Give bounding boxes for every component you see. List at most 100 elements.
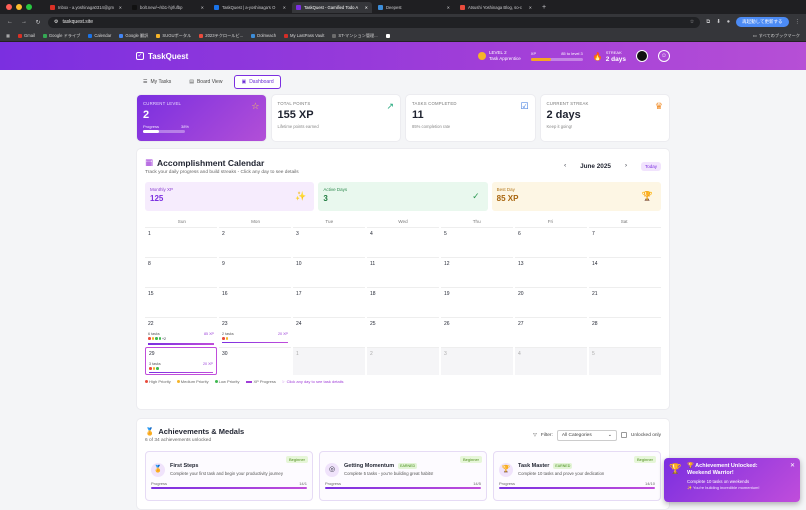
forward-icon[interactable]: → [20, 19, 28, 25]
bookmark-star-icon[interactable]: ☆ [690, 19, 694, 25]
calendar-day[interactable]: 1 [145, 227, 217, 255]
achievement-card[interactable]: Beginner ◎ Getting Momentum EARNED Complete … [319, 451, 487, 501]
tab-close-icon[interactable]: ✕ [447, 5, 450, 10]
user-menu-icon[interactable]: ☺ [658, 50, 670, 62]
browser-tab[interactable]: Inbox - a.yoshinaga0314@gm ✕ [46, 2, 126, 13]
achievement-card[interactable]: Beginner 🏆 Task Master EARNED Complete 10 ta… [493, 451, 661, 501]
calendar-day[interactable]: 9 [219, 257, 291, 285]
calendar-day[interactable]: 4 [367, 227, 439, 255]
calendar-day[interactable]: 3 [441, 347, 513, 375]
calendar-day[interactable]: 8 [145, 257, 217, 285]
calendar-day[interactable]: 1 [293, 347, 365, 375]
category-select[interactable]: All Categories ⌄ [556, 429, 617, 441]
tab-dashboard-label: Dashboard [249, 79, 274, 85]
zoom-window-button[interactable] [26, 4, 32, 10]
today-button[interactable]: Today [640, 161, 661, 171]
calendar-day[interactable]: 11 [367, 257, 439, 285]
achievement-toast[interactable]: 🏆 ✕ 🏆 Achievement Unlocked: Weekend Warr… [664, 458, 800, 502]
all-bookmarks-link[interactable]: ▭ すべてのブックマーク [753, 33, 800, 39]
calendar-day[interactable]: 18 [367, 287, 439, 315]
close-window-button[interactable] [6, 4, 12, 10]
avatar[interactable] [636, 50, 648, 62]
calendar-day[interactable]: 20 [515, 287, 587, 315]
calendar-day[interactable]: 28 [589, 317, 661, 345]
calendar-day[interactable]: 30 [219, 347, 291, 375]
calendar-day[interactable]: 19 [441, 287, 513, 315]
calendar-day[interactable]: 29 3 tasks 20 XP [145, 347, 217, 375]
profile-icon[interactable]: ● [727, 19, 730, 25]
calendar-day[interactable]: 15 [145, 287, 217, 315]
tab-close-icon[interactable]: ✕ [529, 5, 532, 10]
browser-tab[interactable]: Deepest ✕ [374, 2, 454, 13]
prev-month-icon[interactable]: ‹ [564, 163, 566, 169]
tab-my-tasks[interactable]: ☰ My Tasks [137, 76, 177, 88]
calendar-day[interactable]: 14 [589, 257, 661, 285]
update-button[interactable]: 再起動して更新する [736, 17, 789, 27]
apps-icon[interactable]: ▦ [6, 33, 10, 38]
calendar-day[interactable]: 22 6 tasks 85 XP +2 [145, 317, 217, 345]
calendar-day[interactable]: 17 [293, 287, 365, 315]
calendar-day[interactable]: 24 [293, 317, 365, 345]
bookmark-item[interactable]: Dolmeach [251, 33, 276, 39]
tab-close-icon[interactable]: ✕ [283, 5, 286, 10]
current-streak-label: CURRENT STREAK [546, 101, 589, 106]
browser-tab[interactable]: TaskQuest | a-yoshinaga's O ✕ [210, 2, 290, 13]
browser-tab[interactable]: Atsushi Yoshinaga Blog, so-c ✕ [456, 2, 536, 13]
calendar-day[interactable]: 10 [293, 257, 365, 285]
bookmark-item[interactable]: My LastPass Vault [284, 33, 324, 39]
address-bar[interactable]: ⚙ taskquest.site ☆ [48, 16, 701, 28]
bookmark-item[interactable]: Google 翻訳 [119, 33, 148, 39]
calendar-day[interactable]: 5 [589, 347, 661, 375]
calendar-day[interactable]: 16 [219, 287, 291, 315]
bookmark-item[interactable]: 2023テクロールビ... [199, 33, 243, 39]
achievement-card[interactable]: Beginner 🏅 First Steps Complete your first … [145, 451, 313, 501]
site-info-icon[interactable]: ⚙ [54, 19, 58, 25]
dashboard-icon: ▣ [241, 79, 247, 85]
back-icon[interactable]: ← [6, 19, 14, 25]
calendar-day[interactable]: 13 [515, 257, 587, 285]
calendar-day[interactable]: 26 [441, 317, 513, 345]
brand-logo[interactable]: ✓ TaskQuest [136, 52, 188, 61]
calendar-day[interactable]: 2 [367, 347, 439, 375]
new-tab-button[interactable]: + [542, 4, 546, 11]
close-icon[interactable]: ✕ [790, 462, 795, 469]
next-month-icon[interactable]: › [625, 163, 627, 169]
bookmark-item[interactable]: Gmail [17, 33, 35, 39]
bookmark-item[interactable]: Calendar [88, 33, 111, 39]
day-number: 13 [518, 261, 524, 267]
calendar-day[interactable]: 7 [589, 227, 661, 255]
browser-tab[interactable]: TaskQuest - Gamified Todo A ✕ [292, 1, 372, 13]
browser-tab[interactable]: bolt.new/~/sb1-hjrfufbp ✕ [128, 2, 208, 13]
bookmark-label: Google ドライブ [48, 32, 81, 38]
reload-icon[interactable]: ↻ [34, 19, 42, 26]
bookmark-item[interactable]: SUGUポータル [156, 33, 191, 39]
calendar-day[interactable]: 6 [515, 227, 587, 255]
tab-close-icon[interactable]: ✕ [119, 5, 122, 10]
calendar-day[interactable]: 12 [441, 257, 513, 285]
current-streak-card: CURRENT STREAK 2 days Keep it going! ♛ [540, 95, 669, 141]
calendar-day[interactable]: 27 [515, 317, 587, 345]
tab-close-icon[interactable]: ✕ [201, 5, 204, 10]
tab-board-view[interactable]: ▤ Board View [183, 76, 228, 88]
legend-medium-label: Medium Priority [180, 379, 209, 384]
calendar-day[interactable]: 23 2 tasks 20 XP [219, 317, 291, 345]
calendar-day[interactable]: 2 [219, 227, 291, 255]
calendar-day[interactable]: 3 [293, 227, 365, 255]
tab-close-icon[interactable]: ✕ [365, 5, 368, 10]
bookmark-item[interactable]: Google ドライブ [42, 32, 81, 39]
calendar-day[interactable]: 25 [367, 317, 439, 345]
menu-icon[interactable]: ⋮ [795, 19, 801, 25]
bookmark-item[interactable]: ST-マンション管理... [332, 33, 378, 39]
downloads-icon[interactable]: ⬇ [716, 19, 721, 25]
extensions-icon[interactable]: ⧉ [706, 19, 710, 26]
calendar-day[interactable]: 4 [515, 347, 587, 375]
best-day-box: Best Day 85 XP 🏆 [491, 182, 661, 211]
level-badge-icon [478, 52, 486, 60]
calendar-day[interactable]: 21 [589, 287, 661, 315]
unlocked-only-checkbox[interactable] [620, 432, 627, 438]
tab-dashboard[interactable]: ▣ Dashboard [234, 75, 281, 89]
calendar-day[interactable]: 5 [441, 227, 513, 255]
xp-to-level: 85 to level 3 [561, 51, 583, 56]
bookmark-item[interactable] [385, 33, 392, 39]
minimize-window-button[interactable] [16, 4, 22, 10]
